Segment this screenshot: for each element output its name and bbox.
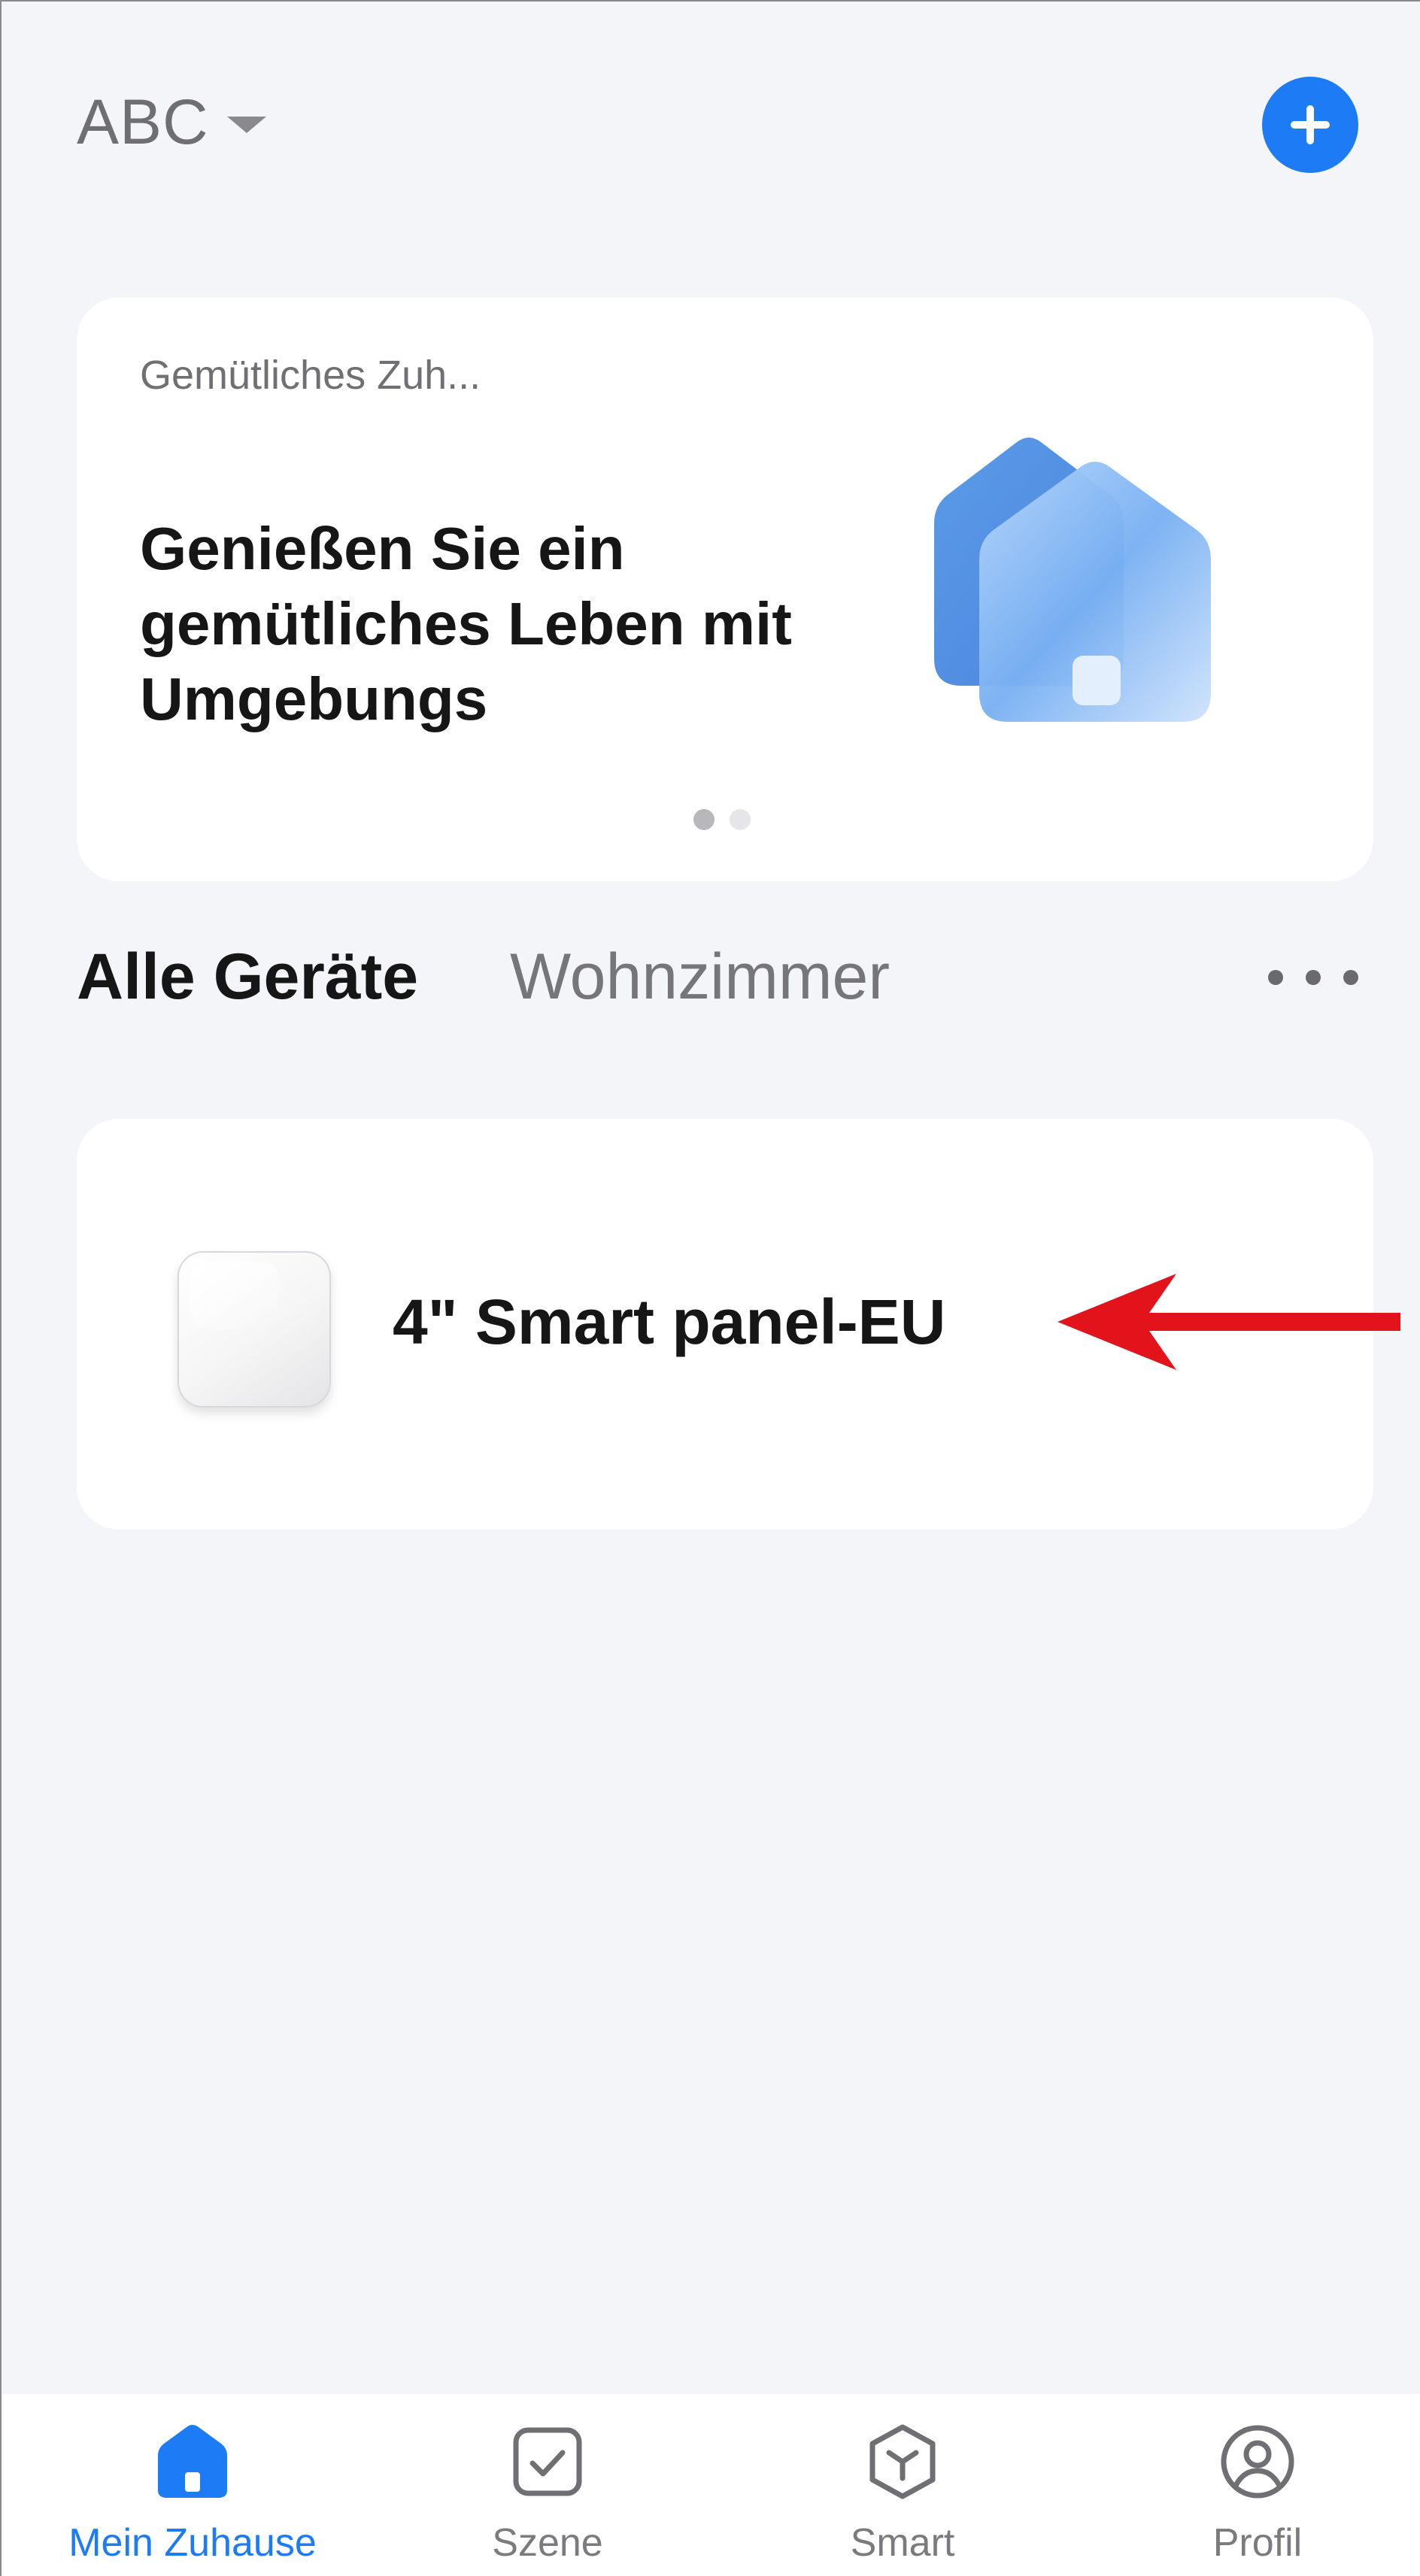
more-options-button[interactable]	[1268, 958, 1358, 997]
add-device-button[interactable]	[1262, 77, 1358, 173]
home-name: ABC	[77, 86, 209, 157]
promo-banner[interactable]: Gemütliches Zuh... Genießen Sie ein gemü…	[77, 298, 1373, 881]
home-icon	[158, 2425, 227, 2498]
nav-label: Profil	[1212, 2521, 1303, 2565]
nav-label: Smart	[850, 2521, 955, 2565]
caret-down-icon	[226, 116, 266, 133]
home-selector[interactable]: ABC	[77, 86, 266, 159]
app-screen: ABC Gemütliches Zuh... Genießen Sie ein …	[0, 0, 1420, 2576]
nav-profil[interactable]: Profil	[1107, 2423, 1408, 2565]
smart-panel-device-icon	[178, 1251, 331, 1408]
device-card[interactable]: 4" Smart panel-EU	[77, 1119, 1400, 1529]
nav-mein-zuhause[interactable]: Mein Zuhause	[42, 2423, 343, 2565]
nav-szene[interactable]: Szene	[397, 2423, 698, 2565]
tab-wohnzimmer[interactable]: Wohnzimmer	[510, 940, 890, 1014]
bottom-navigation: Mein Zuhause Szene Smart Profil	[2, 2394, 1420, 2576]
smart-cube-icon	[869, 2424, 936, 2499]
banner-pagination	[693, 809, 751, 830]
more-horizontal-icon	[1306, 970, 1321, 985]
more-horizontal-icon	[1268, 970, 1283, 985]
nav-smart[interactable]: Smart	[752, 2423, 1053, 2565]
tab-all-devices[interactable]: Alle Geräte	[77, 940, 418, 1014]
more-horizontal-icon	[1343, 970, 1358, 985]
profile-icon	[1221, 2425, 1294, 2499]
nav-label: Szene	[492, 2521, 603, 2565]
pagination-dot-active	[693, 809, 715, 830]
banner-headline: Genießen Sie ein gemütliches Leben mit U…	[140, 515, 792, 732]
nav-label: Mein Zuhause	[68, 2521, 317, 2565]
checkbox-scene-icon	[513, 2427, 582, 2496]
red-arrow-left-icon	[1057, 1274, 1400, 1370]
house-illustration-icon	[934, 438, 1211, 722]
device-name: 4" Smart panel-EU	[393, 1286, 946, 1357]
pagination-dot	[730, 809, 751, 830]
banner-tag: Gemütliches Zuh...	[140, 353, 481, 398]
plus-icon	[1291, 105, 1330, 144]
